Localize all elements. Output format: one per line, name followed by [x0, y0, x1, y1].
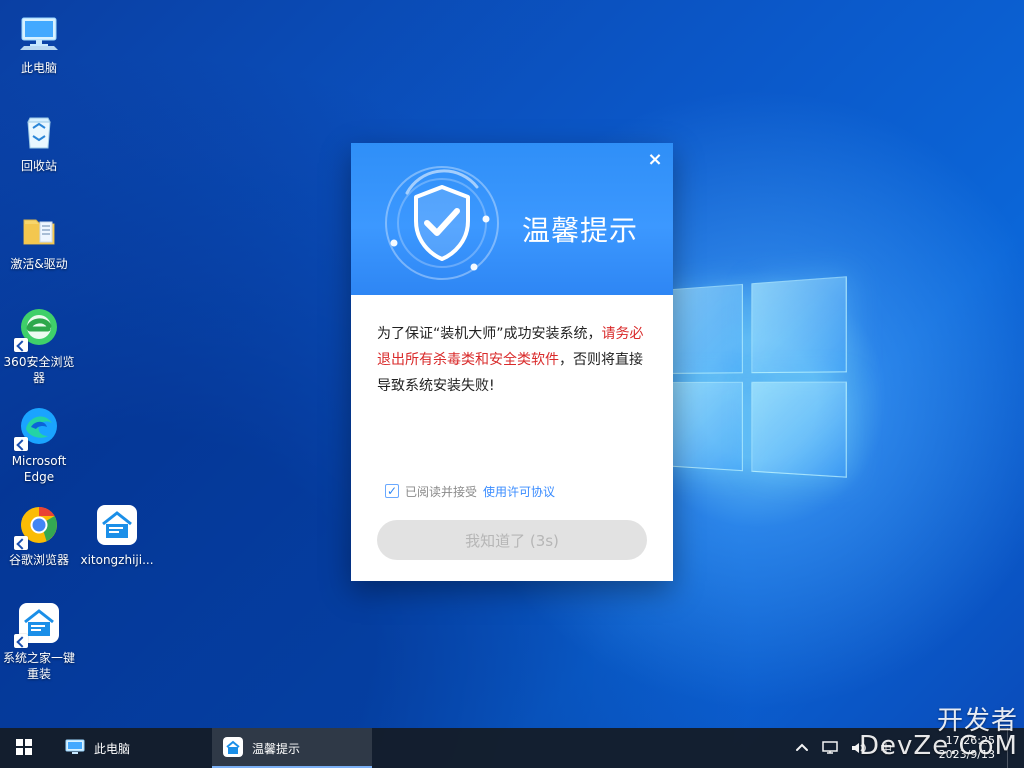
- 360-browser-icon: [14, 304, 62, 352]
- shield-check-icon: [382, 163, 502, 283]
- desktop-icon-label: 360安全浏览器: [3, 355, 75, 385]
- desktop-icon-this-pc[interactable]: 此电脑: [0, 10, 78, 76]
- desktop-icon-label: 回收站: [20, 159, 57, 173]
- dialog-message-part1: 为了保证“装机大师”成功安装系统，: [377, 326, 602, 342]
- shortcut-arrow-icon: [14, 634, 28, 648]
- windows-start-icon: [15, 738, 33, 759]
- dialog-header: × 温馨提示: [351, 143, 673, 295]
- agreement-row: ✓ 已阅读并接受 使用许可协议: [385, 482, 555, 500]
- desktop-icon-activate-drivers[interactable]: 激活&驱动: [0, 206, 78, 272]
- desktop-icon-label: 谷歌浏览器: [8, 553, 69, 567]
- wallpaper-logo-tile: [751, 276, 847, 374]
- watermark: 开发者 DevZe.CoM: [859, 708, 1018, 761]
- computer-icon: [64, 738, 86, 759]
- desktop-icon-recycle-bin[interactable]: 回收站: [0, 108, 78, 174]
- system-home-icon: [222, 736, 244, 761]
- edge-icon: [14, 403, 62, 451]
- close-button[interactable]: ×: [644, 148, 666, 170]
- warm-tip-dialog: × 温馨提示 为了保证“装机大师”成功安装系统，请务必退出所有杀毒类和安全类软件…: [351, 143, 673, 581]
- check-icon: ✓: [386, 484, 398, 498]
- desktop-icon-label: Microsoft Edge: [11, 454, 67, 484]
- agree-checkbox[interactable]: ✓: [385, 484, 399, 498]
- dialog-message: 为了保证“装机大师”成功安装系统，请务必退出所有杀毒类和安全类软件，否则将直接导…: [377, 321, 652, 399]
- taskbar-app-warm-tip[interactable]: 温馨提示: [212, 728, 372, 768]
- wallpaper-windows-logo: [660, 275, 864, 495]
- desktop-icon-label: 系统之家一键重装: [2, 651, 75, 681]
- desktop-icon-xitongzhijia[interactable]: xitongzhiji...: [78, 502, 156, 568]
- chevron-up-icon[interactable]: [793, 739, 811, 757]
- desktop-icon-label: 此电脑: [20, 61, 57, 75]
- recycle-bin-icon: [16, 108, 62, 154]
- desktop-icon-label: 激活&驱动: [10, 257, 68, 271]
- taskbar-app-label: 温馨提示: [252, 741, 301, 756]
- desktop-icon-chrome[interactable]: 谷歌浏览器: [0, 502, 78, 568]
- shortcut-arrow-icon: [14, 536, 28, 550]
- shortcut-arrow-icon: [14, 437, 28, 451]
- system-home-icon: [14, 600, 62, 648]
- folder-icon: [16, 206, 62, 252]
- chrome-icon: [14, 502, 62, 550]
- network-icon[interactable]: [821, 739, 839, 757]
- start-button[interactable]: [0, 728, 48, 768]
- desktop-icon-edge[interactable]: Microsoft Edge: [0, 403, 78, 485]
- taskbar-app-label: 此电脑: [94, 741, 131, 756]
- license-link[interactable]: 使用许可协议: [483, 483, 555, 500]
- system-home-icon: [94, 502, 140, 548]
- taskbar-app-this-pc[interactable]: 此电脑: [54, 728, 210, 768]
- computer-icon: [16, 10, 62, 56]
- desktop-icon-one-click-reinstall[interactable]: 系统之家一键重装: [0, 600, 78, 682]
- shortcut-arrow-icon: [14, 338, 28, 352]
- wallpaper-logo-tile: [751, 381, 847, 478]
- dialog-title: 温馨提示: [522, 214, 639, 247]
- watermark-line-2: DevZe.CoM: [859, 731, 1018, 761]
- desktop-icon-360-browser[interactable]: 360安全浏览器: [0, 304, 78, 386]
- agree-label: 已阅读并接受: [405, 484, 478, 499]
- acknowledge-button[interactable]: 我知道了 (3s): [377, 520, 647, 560]
- desktop-icon-label: xitongzhiji...: [80, 553, 154, 567]
